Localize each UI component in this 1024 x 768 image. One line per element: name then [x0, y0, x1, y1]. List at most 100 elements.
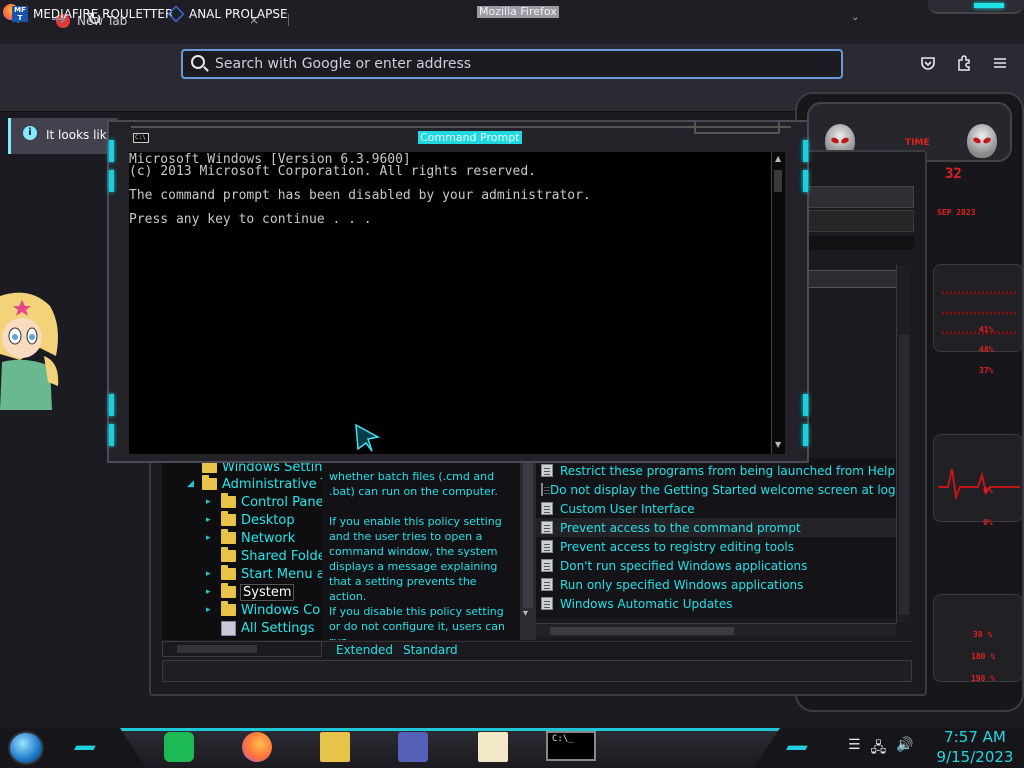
setting-row[interactable]: Custom User Interface	[536, 499, 896, 518]
frame-glow	[109, 424, 114, 446]
mediafire-icon: MF T	[12, 6, 28, 22]
menu-icon[interactable]	[992, 55, 1008, 75]
scroll-thumb[interactable]	[523, 458, 533, 608]
tree-arrow-icon[interactable]: ▸	[206, 533, 216, 543]
scroll-up-arrow-icon[interactable]: ▲	[775, 154, 781, 163]
tree-item-all-settings[interactable]: All Settings	[206, 619, 315, 637]
notification-bar[interactable]: i It looks like	[8, 118, 118, 154]
tab-separator	[288, 14, 289, 26]
tree-item-shared-folders[interactable]: Shared Folde	[206, 547, 322, 565]
tree-item-label: Windows Co	[241, 602, 321, 618]
notepad-icon[interactable]	[478, 732, 508, 762]
gadget-readout: 0%	[983, 486, 993, 495]
url-bar[interactable]	[181, 49, 843, 79]
frame-glow	[109, 394, 114, 416]
gadget-readout: 41%	[979, 325, 994, 334]
setting-row[interactable]: Windows Automatic Updates	[536, 594, 896, 613]
taskbar-glow-decoration: ▰▰▰	[786, 740, 808, 754]
folder-icon	[221, 547, 236, 562]
file-explorer-icon[interactable]	[320, 732, 350, 762]
action-center-icon[interactable]: ☰	[848, 737, 861, 761]
description-scrollbar[interactable]: ▾	[520, 458, 536, 640]
tree-item-desktop[interactable]: ▸ Desktop	[206, 511, 295, 529]
firefox-taskbar-icon[interactable]	[242, 732, 272, 762]
tree-arrow-icon[interactable]: ◢	[187, 479, 197, 489]
scroll-thumb[interactable]	[774, 170, 782, 192]
tree-horizontal-scrollbar[interactable]	[162, 641, 322, 657]
description-paragraph: If you disable this policy setting or do…	[329, 605, 505, 640]
system-tray: ☰ 🖧 🔊	[848, 737, 914, 761]
tree-item-administrative-templates[interactable]: ◢ Administrative T	[187, 475, 322, 493]
settings-vertical-scrollbar[interactable]	[896, 265, 910, 623]
scroll-thumb[interactable]	[899, 335, 909, 615]
setting-row[interactable]: Restrict these programs from being launc…	[536, 461, 896, 480]
bookmark-label: ANAL PROLAPSE	[189, 7, 288, 21]
window-controls[interactable]	[928, 0, 1024, 14]
start-button[interactable]	[8, 731, 44, 765]
frame-glow	[803, 394, 808, 416]
setting-row[interactable]: Prevent access to registry editing tools	[536, 537, 896, 556]
scroll-thumb[interactable]	[177, 645, 257, 653]
tree-item-start-menu[interactable]: ▸ Start Menu a	[206, 565, 322, 583]
settings-horizontal-scrollbar[interactable]	[536, 623, 896, 637]
command-prompt-taskbar-icon[interactable]: C:\_	[546, 731, 596, 761]
tree-arrow-icon[interactable]: ▸	[206, 497, 216, 507]
tab-extended[interactable]: Extended	[336, 643, 393, 657]
scroll-down-arrow-icon[interactable]: ▾	[523, 608, 528, 619]
tree-item-control-panel[interactable]: ▸ Control Panel	[206, 493, 322, 511]
description-paragraph: If you enable this policy setting and th…	[329, 515, 502, 603]
cmd-window-controls[interactable]	[694, 122, 780, 134]
gpedit-status-bar	[162, 660, 912, 682]
folder-icon	[221, 493, 236, 508]
frame-glow	[803, 140, 808, 162]
extensions-icon[interactable]	[956, 55, 972, 75]
setting-label: Run only specified Windows applications	[560, 577, 804, 592]
setting-row[interactable]: Do not display the Getting Started welco…	[536, 480, 896, 499]
bookmark-mediafire-rouletter[interactable]: MF T MEDIAFIRE ROULETTER	[12, 4, 173, 24]
taskbar-glow-decoration: ▰▰▰	[74, 740, 96, 754]
policy-document-icon	[541, 559, 553, 572]
gadget-graph-icon	[938, 468, 1020, 501]
gadget-readout: 37%	[979, 366, 994, 375]
tree-item-system[interactable]: ▸ System	[206, 583, 295, 601]
policy-tree: Windows Settin ◢ Administrative T ▸ Contro…	[162, 458, 322, 640]
console-scrollbar[interactable]: ▲ ▼	[771, 152, 785, 454]
tree-arrow-icon[interactable]: ▸	[206, 605, 216, 615]
console-line: (c) 2013 Microsoft Corporation. All righ…	[129, 164, 536, 179]
tree-item-network[interactable]: ▸ Network	[206, 529, 295, 547]
taskbar-band	[120, 728, 780, 768]
console-output[interactable]: Microsoft Windows [Version 6.3.9600] (c)…	[129, 152, 771, 454]
folder-icon	[221, 601, 236, 616]
policy-document-icon	[541, 597, 553, 610]
tree-arrow-icon[interactable]: ▸	[206, 515, 216, 525]
pocket-icon[interactable]	[920, 55, 936, 75]
bookmark-second[interactable]: ANAL PROLAPSE	[167, 4, 288, 24]
scroll-thumb[interactable]	[550, 627, 734, 635]
tab-standard[interactable]: Standard	[403, 643, 458, 657]
alien-head-icon	[967, 124, 997, 158]
volume-icon[interactable]: 🔊	[896, 737, 913, 761]
tree-arrow-icon[interactable]: ▸	[206, 569, 216, 579]
setting-row-prevent-command-prompt[interactable]: Prevent access to the command prompt	[536, 518, 896, 537]
cmd-system-menu-icon[interactable]: C:\	[133, 133, 149, 143]
spotify-icon[interactable]	[164, 732, 194, 762]
window-title: Mozilla Firefox	[477, 5, 559, 18]
gadget-readout: 198 %	[971, 674, 996, 683]
setting-row[interactable]: Run only specified Windows applications	[536, 575, 896, 594]
console-line: The command prompt has been disabled by …	[129, 188, 591, 203]
setting-row[interactable]: Don't run specified Windows applications	[536, 556, 896, 575]
tab-list-chevron-icon[interactable]: ⌄	[851, 12, 859, 23]
clock-time: 7:57 AM	[944, 728, 1006, 746]
policy-document-icon	[541, 502, 553, 515]
policy-description-pane: whether batch files (.cmd and .bat) can …	[322, 458, 520, 640]
scroll-down-arrow-icon[interactable]: ▼	[775, 440, 781, 449]
tree-item-windows-components[interactable]: ▸ Windows Co	[206, 601, 320, 619]
policy-document-icon	[541, 521, 553, 534]
network-icon[interactable]: 🖧	[871, 737, 887, 761]
search-input[interactable]	[215, 54, 815, 74]
taskbar-clock[interactable]: 7:57 AM 9/15/2023	[932, 727, 1018, 767]
frame-glow	[109, 140, 114, 162]
tree-item-label: Control Panel	[241, 494, 322, 510]
tree-arrow-icon[interactable]: ▸	[206, 587, 216, 597]
virtual-machine-icon[interactable]	[398, 732, 428, 762]
